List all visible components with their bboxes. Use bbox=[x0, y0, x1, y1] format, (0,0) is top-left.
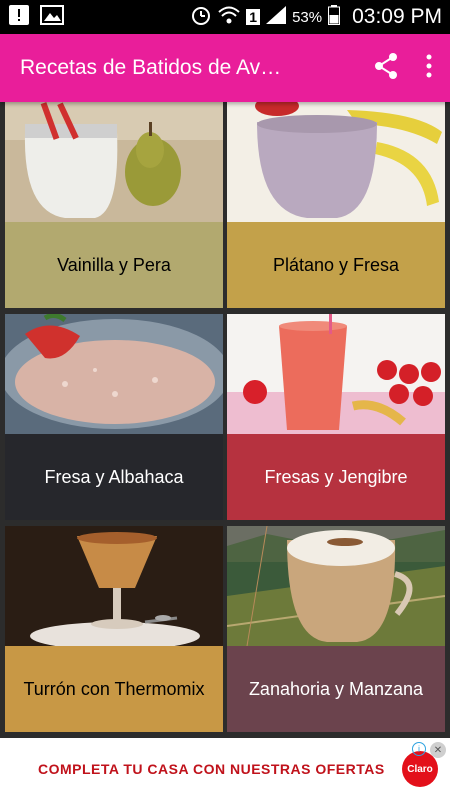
recipe-photo bbox=[5, 526, 223, 646]
notification-icon bbox=[8, 4, 30, 31]
recipe-label: Vainilla y Pera bbox=[5, 222, 223, 308]
recipe-card-zanahoria-manzana[interactable]: Zanahoria y Manzana bbox=[227, 526, 445, 732]
recipe-photo bbox=[5, 102, 223, 222]
recipe-card-vainilla-pera[interactable]: Vainilla y Pera bbox=[5, 102, 223, 308]
ad-text: COMPLETA TU CASA CON NUESTRAS OFERTAS bbox=[38, 761, 385, 777]
recipe-photo bbox=[227, 314, 445, 434]
recipe-card-fresas-jengibre[interactable]: Fresas y Jengibre bbox=[227, 314, 445, 520]
recipe-photo bbox=[5, 314, 223, 434]
clock: 03:09 PM bbox=[352, 5, 442, 28]
app-bar: Recetas de Batidos de Av… bbox=[0, 34, 450, 102]
recipe-photo bbox=[227, 102, 445, 222]
sim-icon: 1 bbox=[246, 9, 261, 25]
battery-text: 53% bbox=[292, 8, 323, 26]
ad-banner[interactable]: COMPLETA TU CASA CON NUESTRAS OFERTAS Cl… bbox=[0, 738, 450, 800]
status-bar: 1 53% 03:09 PM bbox=[0, 0, 450, 34]
recipe-label: Fresas y Jengibre bbox=[227, 434, 445, 520]
share-icon[interactable] bbox=[374, 52, 398, 84]
recipe-label: Turrón con Thermomix bbox=[5, 646, 223, 732]
alarm-icon bbox=[190, 4, 212, 30]
recipe-label: Plátano y Fresa bbox=[227, 222, 445, 308]
ad-close-icon[interactable]: ✕ bbox=[430, 742, 446, 758]
wifi-icon bbox=[218, 5, 240, 29]
app-title: Recetas de Batidos de Av… bbox=[20, 56, 282, 79]
overflow-menu-icon[interactable] bbox=[426, 54, 432, 83]
signal-icon bbox=[266, 6, 287, 28]
recipe-card-turron-thermomix[interactable]: Turrón con Thermomix bbox=[5, 526, 223, 732]
recipe-card-fresa-albahaca[interactable]: Fresa y Albahaca bbox=[5, 314, 223, 520]
recipe-grid: Vainilla y Pera Plátano y Fresa Fresa y … bbox=[0, 102, 450, 738]
battery-icon bbox=[328, 5, 341, 29]
image-icon bbox=[40, 4, 64, 31]
recipe-photo bbox=[227, 526, 445, 646]
recipe-label: Zanahoria y Manzana bbox=[227, 646, 445, 732]
ad-info-icon[interactable]: i bbox=[412, 742, 426, 756]
recipe-card-platano-fresa[interactable]: Plátano y Fresa bbox=[227, 102, 445, 308]
recipe-label: Fresa y Albahaca bbox=[5, 434, 223, 520]
